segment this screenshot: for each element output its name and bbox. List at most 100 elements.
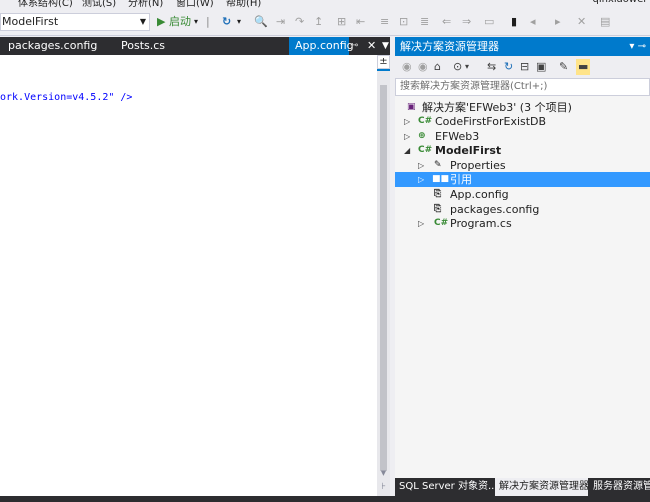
- tree-item-solution[interactable]: ▣ 解决方案'EFWeb3' (3 个项目): [395, 100, 650, 115]
- tree-item-efweb3[interactable]: ▷ ⊕ EFWeb3: [395, 129, 650, 144]
- tab-app-config[interactable]: App.config: [289, 37, 354, 55]
- refresh-dropdown-icon[interactable]: ▾: [237, 14, 241, 30]
- show-all-files-icon[interactable]: ▣: [536, 59, 546, 75]
- format-icon[interactable]: ⊞: [337, 14, 346, 30]
- config-file-icon: ⎘: [434, 189, 442, 199]
- config-file-icon: ⎘: [434, 204, 442, 214]
- bookmark-window-icon[interactable]: ▤: [600, 14, 610, 30]
- refresh-icon[interactable]: ↻: [222, 14, 231, 30]
- expander-collapsed-icon[interactable]: ▷: [418, 158, 424, 173]
- solution-explorer-title-bar: 解决方案资源管理器 ▾ ⊸: [395, 37, 650, 56]
- solution-explorer-toolbar: ◉ ◉ ⌂ ⊙ ▾ ⇆ ↻ ⊟ ▣ ✎ ▬: [395, 56, 650, 78]
- sync-icon[interactable]: ⇆: [487, 59, 496, 75]
- expander-collapsed-icon[interactable]: ▷: [404, 114, 410, 129]
- split-indicator: [377, 69, 390, 71]
- bottom-tool-tabs: SQL Server 对象资... 解决方案资源管理器 服务器资源管理器: [395, 478, 650, 496]
- tree-item-codefirstforexistdb[interactable]: ▷ C# CodeFirstForExistDB: [395, 114, 650, 129]
- csharp-project-icon: C#: [418, 116, 433, 126]
- collapse-all-icon[interactable]: ⊟: [520, 59, 529, 75]
- menu-analyze[interactable]: 分析(N): [128, 0, 163, 8]
- pending-changes-icon[interactable]: ⊙: [453, 59, 462, 75]
- tree-item-app-config[interactable]: ⎘ App.config: [395, 187, 650, 202]
- start-dropdown-icon[interactable]: ▾: [194, 14, 198, 30]
- bookmark-icon[interactable]: ▮: [511, 14, 517, 30]
- csharp-project-icon: C#: [418, 145, 433, 155]
- csharp-file-icon: C#: [434, 218, 449, 228]
- tree-item-label: EFWeb3: [435, 130, 480, 143]
- start-button[interactable]: ▶ 启动: [157, 14, 191, 30]
- expander-collapsed-icon[interactable]: ▷: [418, 216, 424, 231]
- solution-icon: ▣: [407, 102, 416, 112]
- expander-expanded-icon[interactable]: ◢: [404, 143, 410, 158]
- expander-collapsed-icon[interactable]: ▷: [418, 172, 424, 187]
- split-view-icon[interactable]: ±: [377, 55, 390, 69]
- tree-item-properties[interactable]: ▷ ✎ Properties: [395, 158, 650, 173]
- tab-posts-cs[interactable]: Posts.cs: [115, 37, 205, 55]
- menu-test[interactable]: 测试(S): [82, 0, 116, 8]
- refresh-icon[interactable]: ↻: [504, 59, 513, 75]
- back-icon[interactable]: ◉: [402, 59, 412, 75]
- tree-item-label: App.config: [450, 188, 509, 201]
- comment-icon[interactable]: ≡: [380, 14, 389, 30]
- preview-icon[interactable]: ▬: [576, 59, 591, 75]
- pending-dropdown-icon[interactable]: ▾: [465, 59, 469, 75]
- separator-icon: |: [206, 15, 210, 28]
- status-bar: [0, 496, 650, 502]
- hex-icon[interactable]: ⊡: [399, 14, 408, 30]
- tree-item-label: Properties: [450, 159, 506, 172]
- step-into-icon[interactable]: ⇥: [276, 14, 285, 30]
- step-over-icon[interactable]: ↷: [295, 14, 304, 30]
- clear-bookmarks-icon[interactable]: ✕: [577, 14, 586, 30]
- tree-item-references[interactable]: ▷ ■■ 引用: [395, 172, 650, 187]
- indent-right-icon[interactable]: ⇒: [462, 14, 471, 30]
- step-out-icon[interactable]: ↥: [314, 14, 323, 30]
- tab-server-explorer[interactable]: 服务器资源管理器: [589, 478, 650, 496]
- tree-item-label: 解决方案'EFWeb3' (3 个项目): [422, 101, 572, 114]
- menu-help[interactable]: 帮助(H): [226, 0, 261, 8]
- startup-project-value: ModelFirst: [2, 15, 59, 28]
- indent-icon[interactable]: ⇤: [356, 14, 365, 30]
- uncomment-icon[interactable]: ≣: [420, 14, 429, 30]
- scroll-thumb[interactable]: [380, 85, 387, 471]
- tree-item-label: ModelFirst: [435, 144, 502, 157]
- solution-explorer-title: 解决方案资源管理器: [400, 40, 499, 53]
- scroll-split-icon[interactable]: ⊦: [377, 482, 390, 492]
- forward-icon[interactable]: ◉: [418, 59, 428, 75]
- web-project-icon: ⊕: [418, 131, 426, 141]
- references-icon: ■■: [432, 174, 450, 184]
- menu-architecture[interactable]: 体系结构(C): [18, 0, 73, 8]
- tree-item-program-cs[interactable]: ▷ C# Program.cs: [395, 216, 650, 231]
- tree-item-label: 引用: [450, 173, 472, 186]
- tab-packages-config[interactable]: packages.config: [2, 37, 102, 55]
- tab-list-dropdown-icon[interactable]: ▼: [382, 37, 389, 55]
- window-controls-icon[interactable]: ▾ ⊸: [629, 37, 646, 56]
- tree-item-packages-config[interactable]: ⎘ packages.config: [395, 202, 650, 217]
- home-icon[interactable]: ⌂: [434, 59, 441, 75]
- solution-explorer-search-input[interactable]: 搜索解决方案资源管理器(Ctrl+;): [395, 78, 650, 96]
- tab-sql-server-object-explorer[interactable]: SQL Server 对象资...: [395, 478, 497, 496]
- user-name[interactable]: qinxiaowei: [592, 0, 646, 5]
- properties-icon[interactable]: ✎: [559, 59, 568, 75]
- tree-item-modelfirst[interactable]: ◢ C# ModelFirst: [395, 143, 650, 158]
- menu-window[interactable]: 窗口(W): [176, 0, 214, 8]
- document-tab-strip: packages.config Posts.cs App.config ⊸ ✕ …: [0, 37, 392, 55]
- outdent-icon[interactable]: ⇐: [442, 14, 451, 30]
- chevron-down-icon: ▼: [139, 17, 146, 26]
- tree-item-label: packages.config: [450, 203, 540, 216]
- scroll-down-icon[interactable]: ▼: [377, 469, 390, 477]
- code-line: ork.Version=v4.5.2" />: [0, 92, 133, 103]
- prev-bookmark-icon[interactable]: ◂: [530, 14, 536, 30]
- find-icon[interactable]: 🔍: [254, 14, 268, 30]
- editor-vertical-scrollbar[interactable]: ± ▼ ⊦: [377, 55, 390, 496]
- pin-icon[interactable]: ⊸: [350, 37, 358, 55]
- code-editor[interactable]: ork.Version=v4.5.2" />: [0, 55, 377, 496]
- expander-collapsed-icon[interactable]: ▷: [404, 129, 410, 144]
- solution-tree: ▣ 解决方案'EFWeb3' (3 个项目) ▷ C# CodeFirstFor…: [395, 96, 650, 478]
- next-bookmark-icon[interactable]: ▸: [555, 14, 561, 30]
- toggle-icon[interactable]: ▭: [484, 14, 494, 30]
- tab-solution-explorer[interactable]: 解决方案资源管理器: [495, 478, 589, 496]
- close-icon[interactable]: ✕: [367, 37, 376, 55]
- tree-item-label: Program.cs: [450, 217, 512, 230]
- main-toolbar: ModelFirst ▼ ▶ 启动 ▾ | ↻ ▾ 🔍 ⇥ ↷ ↥ ⊞ ⇤ ≡ …: [0, 8, 650, 36]
- startup-project-combo[interactable]: ModelFirst ▼: [0, 13, 150, 31]
